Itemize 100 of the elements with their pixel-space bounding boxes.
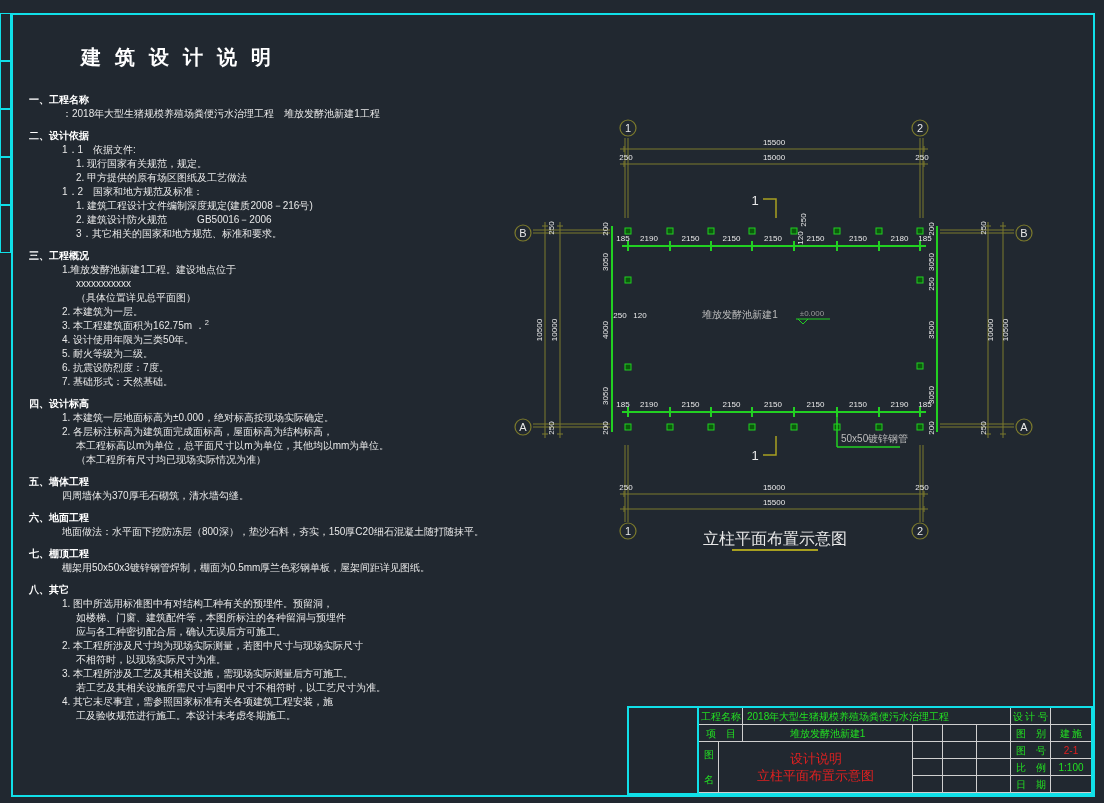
section-bracket xyxy=(762,435,777,456)
axis-bubble: 1 xyxy=(619,522,637,540)
axis-bubble: A xyxy=(1015,418,1033,436)
dimension-label: 3050 xyxy=(927,253,936,271)
note-line: 1. 现行国家有关规范，规定。 xyxy=(76,157,208,171)
axis-bubble: B xyxy=(514,224,532,242)
dimension-label: 200 xyxy=(927,421,936,435)
section-heading: 七、棚顶工程 xyxy=(29,547,89,561)
elevation-mark xyxy=(795,318,831,325)
column-marker xyxy=(666,423,674,431)
note-line: 3. 本工程所涉及工艺及其相关设施，需现场实际测量后方可施工。 xyxy=(61,667,354,681)
dimension-label: 3050 xyxy=(601,253,610,271)
dimension-label: 2150 xyxy=(764,400,782,409)
axis-bubble: 1 xyxy=(619,119,637,137)
section-bracket xyxy=(762,198,777,219)
note-line: 1．1 依据文件: xyxy=(61,143,136,157)
plan-title: 立柱平面布置示意图 xyxy=(703,530,847,547)
blank-cell xyxy=(943,725,977,742)
column-marker xyxy=(833,423,841,431)
dimension-label: 2150 xyxy=(806,400,825,409)
dimension-label: 200 xyxy=(601,421,610,435)
note-line: 工及验收规范进行施工。本设计未考虑冬期施工。 xyxy=(76,709,296,723)
dimension-label: 10500 xyxy=(1001,318,1010,342)
note-line: 2. 甲方提供的原有场区图纸及工艺做法 xyxy=(76,171,248,185)
column-marker xyxy=(916,362,924,370)
label-char: 名 xyxy=(703,773,714,787)
blank-cell xyxy=(913,725,943,742)
dimension-label: 120 xyxy=(633,311,647,320)
label-cell: 比 例 xyxy=(1011,759,1051,776)
dimension-label: 10500 xyxy=(535,318,544,342)
note-line: 6. 抗震设防烈度：7度。 xyxy=(61,361,169,375)
column-marker xyxy=(624,423,632,431)
blank-cell xyxy=(977,759,1011,776)
column-marker xyxy=(624,276,632,284)
dimension-label: 4000 xyxy=(601,321,610,339)
dimension-label: 15000 xyxy=(762,483,786,492)
note-line: 2. 本建筑为一层。 xyxy=(61,305,144,319)
dimension-label: 250 xyxy=(979,421,988,435)
axis-bubble: A xyxy=(514,418,532,436)
value-cell: 建 施 xyxy=(1051,725,1091,742)
axis-bubble: 2 xyxy=(911,119,929,137)
column-marker xyxy=(916,227,924,235)
section-heading: 四、设计标高 xyxy=(29,397,89,411)
section-heading: 二、设计依据 xyxy=(29,129,89,143)
blank-cell xyxy=(977,776,1011,793)
dimension-label: 185 xyxy=(616,400,630,409)
dimension-label: 250 xyxy=(547,421,556,435)
note-line: 1．2 国家和地方规范及标准： xyxy=(61,185,204,199)
note-line: 本工程标高以m为单位，总平面尺寸以m为单位，其他均以mm为单位。 xyxy=(76,439,390,453)
dimension-label: 250 xyxy=(927,277,936,291)
dimension-label: 15500 xyxy=(762,138,786,147)
dimension-label: 2150 xyxy=(681,400,700,409)
label-cell: 日 期 xyxy=(1011,776,1051,793)
column-marker xyxy=(875,227,883,235)
note-line: ：2018年大型生猪规模养殖场粪便污水治理工程 堆放发酵池新建1工程 xyxy=(61,107,380,121)
drawing-name: 设计说明 xyxy=(789,750,842,767)
dimension-label: 2180 xyxy=(890,234,909,243)
note-line: 不相符时，以现场实际尺寸为准。 xyxy=(76,653,226,667)
blank-cell xyxy=(977,742,1011,759)
column-marker xyxy=(748,423,756,431)
dimension-label: 2190 xyxy=(890,400,909,409)
note-line: 1. 建筑工程设计文件编制深度规定(建质2008－216号) xyxy=(76,199,313,213)
dimension-label: 2150 xyxy=(681,234,700,243)
dimension-label: 250 xyxy=(979,221,988,235)
column-marker xyxy=(707,227,715,235)
drawing-name: 立柱平面布置示意图 xyxy=(757,767,874,784)
note-line: （具体位置详见总平面图） xyxy=(76,291,196,305)
note-line: 四周墙体为370厚毛石砌筑，清水墙勾缝。 xyxy=(61,489,249,503)
column-marker xyxy=(833,227,841,235)
blank-cell xyxy=(943,759,977,776)
note-line: 5. 耐火等级为二级。 xyxy=(61,347,154,361)
dimension-label: 200 xyxy=(927,222,936,236)
section-heading: 三、工程概况 xyxy=(29,249,89,263)
dimension-label: 15000 xyxy=(762,153,786,162)
note-line: 2. 各层标注标高为建筑面完成面标高，屋面标高为结构标高， xyxy=(61,425,334,439)
value-cell: 2-1 xyxy=(1051,742,1091,759)
column-marker xyxy=(875,423,883,431)
section-heading: 五、墙体工程 xyxy=(29,475,89,489)
label-cell: 项 目 xyxy=(699,725,743,742)
note-line: 3．其它相关的国家和地方规范、标准和要求。 xyxy=(76,227,282,241)
section-mark: 1 xyxy=(751,193,759,208)
section-mark: 1 xyxy=(751,448,759,463)
dimension-label: 3500 xyxy=(927,321,936,339)
blank-cell xyxy=(943,776,977,793)
dimension-label: 250 xyxy=(619,483,633,492)
section-heading: 八、其它 xyxy=(29,583,69,597)
sheet-title: 建筑设计说明 xyxy=(79,45,286,70)
dimension-label: 250 xyxy=(915,483,929,492)
dimension-label: 250 xyxy=(915,153,929,162)
note-line: 4. 其它未尽事宜，需参照国家标准有关各项建筑工程安装，施 xyxy=(61,695,334,709)
label-char: 图 xyxy=(703,748,714,762)
dimension-label: 2150 xyxy=(849,234,867,243)
dimension-label: 200 xyxy=(601,222,610,236)
column-marker xyxy=(624,363,632,371)
dimension-label: 2150 xyxy=(722,400,741,409)
dimension-label: 2150 xyxy=(722,234,741,243)
blank-cell xyxy=(977,725,1011,742)
label-cell: 工程名称 xyxy=(699,708,743,725)
dimension-label: 3050 xyxy=(601,387,610,405)
column-marker xyxy=(748,227,756,235)
